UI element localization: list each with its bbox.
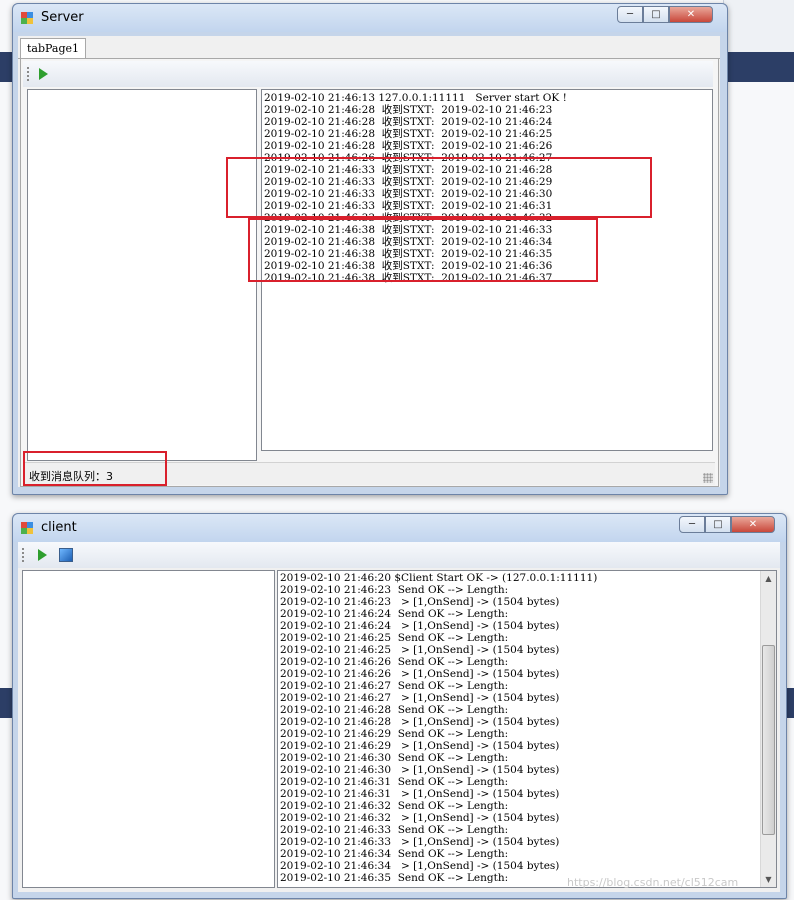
server-titlebar[interactable]: Server ─ □ ✕: [13, 4, 727, 32]
app-icon: [21, 522, 33, 534]
server-log-line: 2019-02-10 21:46:13 127.0.0.1:11111 Serv…: [264, 92, 567, 104]
client-log-line: 2019-02-10 21:46:32 Send OK --> Length:: [280, 800, 509, 812]
client-log-line: 2019-02-10 21:46:26 Send OK --> Length:: [280, 656, 509, 668]
client-toolbar: [18, 542, 780, 568]
client-log-line: 2019-02-10 21:46:24 > [1,OnSend] -> (150…: [280, 620, 560, 632]
server-left-panel[interactable]: [27, 89, 257, 461]
scroll-down-arrow[interactable]: ▼: [761, 872, 776, 887]
client-log-line: 2019-02-10 21:46:23 Send OK --> Length:: [280, 584, 509, 596]
client-log-line: 2019-02-10 21:46:33 > [1,OnSend] -> (150…: [280, 836, 560, 848]
tab-strip: tabPage1: [18, 36, 720, 59]
client-log-line: 2019-02-10 21:46:33 Send OK --> Length:: [280, 824, 509, 836]
client-titlebar[interactable]: client ─ □ ✕: [13, 514, 786, 542]
client-log-line: 2019-02-10 21:46:29 Send OK --> Length:: [280, 728, 509, 740]
highlight-box-1: [226, 157, 652, 218]
client-log-line: 2019-02-10 21:46:23 > [1,OnSend] -> (150…: [280, 596, 560, 608]
client-log-line: 2019-02-10 21:46:28 Send OK --> Length:: [280, 704, 509, 716]
close-icon: ✕: [686, 9, 696, 20]
server-log-line: 2019-02-10 21:46:28 收到STXT: 2019-02-10 2…: [264, 104, 553, 116]
toolbar-grip[interactable]: [27, 67, 29, 81]
tab-tabpage1[interactable]: tabPage1: [20, 38, 87, 59]
scroll-thumb[interactable]: [762, 645, 775, 836]
client-log-line: 2019-02-10 21:46:25 Send OK --> Length:: [280, 632, 509, 644]
maximize-icon: □: [651, 9, 661, 20]
server-log-line: 2019-02-10 21:46:28 收到STXT: 2019-02-10 2…: [264, 140, 553, 152]
maximize-button[interactable]: □: [643, 6, 669, 23]
client-log-line: 2019-02-10 21:46:27 > [1,OnSend] -> (150…: [280, 692, 560, 704]
close-button[interactable]: ✕: [731, 516, 775, 533]
watermark: https://blog.csdn.net/cl512cam: [567, 876, 739, 889]
client-log-line: 2019-02-10 21:46:29 > [1,OnSend] -> (150…: [280, 740, 560, 752]
play-icon[interactable]: [35, 548, 49, 562]
highlight-box-3: [23, 451, 167, 486]
minimize-icon: ─: [626, 9, 634, 20]
highlight-box-2: [248, 218, 598, 282]
size-grip[interactable]: [703, 473, 713, 483]
close-button[interactable]: ✕: [669, 6, 713, 23]
client-log-line: 2019-02-10 21:46:25 > [1,OnSend] -> (150…: [280, 644, 560, 656]
server-log-line: 2019-02-10 21:46:28 收到STXT: 2019-02-10 2…: [264, 128, 553, 140]
client-client-area: 2019-02-10 21:46:20 $Client Start OK -> …: [18, 542, 780, 892]
server-toolbar: [23, 61, 713, 87]
minimize-button[interactable]: ─: [617, 6, 643, 23]
scroll-up-arrow[interactable]: ▲: [761, 571, 776, 586]
client-log-line: 2019-02-10 21:46:28 > [1,OnSend] -> (150…: [280, 716, 560, 728]
minimize-button[interactable]: ─: [679, 516, 705, 533]
client-log-line: 2019-02-10 21:46:26 > [1,OnSend] -> (150…: [280, 668, 560, 680]
image-icon[interactable]: [59, 548, 73, 562]
client-log-line: 2019-02-10 21:46:34 > [1,OnSend] -> (150…: [280, 860, 560, 872]
client-log-line: 2019-02-10 21:46:24 Send OK --> Length:: [280, 608, 509, 620]
toolbar-grip[interactable]: [22, 548, 24, 562]
window-title: Server: [41, 10, 84, 25]
client-log-line: 2019-02-10 21:46:27 Send OK --> Length:: [280, 680, 509, 692]
client-left-panel[interactable]: [22, 570, 275, 888]
ide-right-panel: [723, 0, 794, 52]
app-icon: [21, 12, 33, 24]
client-log-line: 2019-02-10 21:46:30 Send OK --> Length:: [280, 752, 509, 764]
client-log-line: 2019-02-10 21:46:31 Send OK --> Length:: [280, 776, 509, 788]
client-log-line: 2019-02-10 21:46:20 $Client Start OK -> …: [280, 572, 598, 584]
client-log-line: 2019-02-10 21:46:32 > [1,OnSend] -> (150…: [280, 812, 560, 824]
window-title: client: [41, 520, 77, 535]
client-log-line: 2019-02-10 21:46:34 Send OK --> Length:: [280, 848, 509, 860]
client-log[interactable]: 2019-02-10 21:46:20 $Client Start OK -> …: [277, 570, 777, 888]
client-window: client ─ □ ✕ 2019-02-10 21:46:20 $Client…: [12, 513, 787, 899]
close-icon: ✕: [748, 519, 758, 530]
play-icon[interactable]: [36, 67, 50, 81]
server-log-line: 2019-02-10 21:46:28 收到STXT: 2019-02-10 2…: [264, 116, 553, 128]
client-log-line: 2019-02-10 21:46:31 > [1,OnSend] -> (150…: [280, 788, 560, 800]
maximize-icon: □: [713, 519, 723, 530]
client-log-line: 2019-02-10 21:46:35 Send OK --> Length:: [280, 872, 509, 884]
client-log-line: 2019-02-10 21:46:30 > [1,OnSend] -> (150…: [280, 764, 560, 776]
minimize-icon: ─: [688, 519, 696, 530]
client-log-scrollbar[interactable]: ▲ ▼: [760, 571, 776, 887]
maximize-button[interactable]: □: [705, 516, 731, 533]
